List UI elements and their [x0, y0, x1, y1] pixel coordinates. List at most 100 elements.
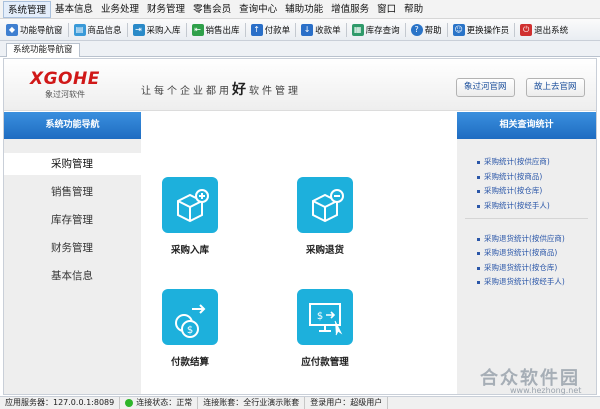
tile-label: 应付款管理 — [301, 357, 349, 368]
goods-icon: ▤ — [73, 23, 86, 36]
menu-help[interactable]: 帮助 — [400, 1, 427, 18]
toolbar-separator — [295, 22, 297, 37]
slogan-highlight: 好 — [232, 82, 249, 98]
tab-system-nav[interactable]: 系统功能导航窗 — [6, 43, 80, 57]
toolbar-help-button[interactable]: ? 帮助 — [408, 21, 445, 39]
stat-link[interactable]: 采购统计(按商品) — [477, 171, 542, 182]
toolbar: ◆ 功能导航窗 ▤ 商品信息 ⇥ 采购入库 ⇤ 销售出库 ↑ 付款单 ↓ 收款单… — [0, 19, 600, 41]
left-nav-title: 系统功能导航 — [4, 112, 141, 139]
tile-payment-settlement[interactable]: $ 付款结算 — [130, 289, 250, 368]
menu-retail-member[interactable]: 零售会员 — [189, 1, 235, 18]
toolbar-switch-user-button[interactable]: ☺ 更换操作员 — [450, 21, 513, 39]
slogan: 让每个企业都用好软件管理 — [141, 79, 301, 99]
box-plus-icon — [162, 177, 218, 233]
nav-item-finance[interactable]: 财务管理 — [4, 237, 141, 259]
status-user: 登录用户：超级用户 — [305, 397, 389, 409]
left-nav: 系统功能导航 采购管理 销售管理 库存管理 财务管理 基本信息 — [4, 112, 141, 394]
payment-icon: ↑ — [250, 23, 263, 36]
stat-link[interactable]: 采购退货统计(按供应商) — [477, 233, 565, 244]
nav-item-basic-info[interactable]: 基本信息 — [4, 265, 141, 287]
toolbar-exit-button[interactable]: ⏻ 退出系统 — [517, 21, 571, 39]
toolbar-label: 库存查询 — [365, 25, 400, 36]
nav-icon: ◆ — [6, 23, 18, 36]
menu-query-center[interactable]: 查询中心 — [235, 1, 281, 18]
toolbar-stock-query-button[interactable]: ▦ 库存查询 — [349, 21, 403, 39]
logo-text: XGOHE — [30, 69, 100, 89]
coins-arrow-icon: $ — [162, 289, 218, 345]
toolbar-goods-button[interactable]: ▤ 商品信息 — [71, 21, 125, 39]
page-header: XGOHE 象过河软件 让每个企业都用好软件管理 象过河官网 故上去官网 — [4, 59, 596, 111]
stat-link[interactable]: 采购退货统计(按经手人) — [477, 276, 565, 287]
stat-link[interactable]: 采购统计(按仓库) — [477, 185, 542, 196]
monitor-dollar-icon: $ — [297, 289, 353, 345]
switch-user-icon: ☺ — [452, 23, 465, 36]
tile-label: 采购退货 — [305, 245, 344, 256]
help-icon: ? — [410, 23, 423, 36]
status-bar: 应用服务器：127.0.0.1:8089 连接状态：正常 连接账套：全行业演示账… — [0, 396, 600, 409]
sales-out-icon: ⇤ — [191, 23, 204, 36]
toolbar-receipt-button[interactable]: ↓ 收款单 — [298, 21, 344, 39]
status-account: 连接账套：全行业演示账套 — [198, 397, 306, 409]
stat-divider — [465, 218, 588, 219]
status-server: 应用服务器：127.0.0.1:8089 — [0, 397, 121, 409]
toolbar-label: 退出系统 — [534, 25, 569, 36]
logo-subtitle: 象过河软件 — [45, 90, 85, 99]
logo: XGOHE 象过河软件 — [30, 69, 100, 100]
toolbar-separator — [345, 22, 347, 37]
menu-basic-info[interactable]: 基本信息 — [51, 1, 97, 18]
menu-system[interactable]: 系统管理 — [3, 0, 52, 18]
tile-label: 付款结算 — [170, 357, 209, 368]
nav-item-inventory[interactable]: 库存管理 — [4, 209, 141, 231]
menu-finance[interactable]: 财务管理 — [143, 1, 189, 18]
slogan-part-a: 让每个企业都用 — [141, 86, 232, 97]
toolbar-purchase-in-button[interactable]: ⇥ 采购入库 — [130, 21, 184, 39]
svg-text:$: $ — [317, 311, 323, 322]
box-minus-icon — [297, 177, 353, 233]
toolbar-separator — [67, 22, 69, 37]
menu-aux[interactable]: 辅助功能 — [281, 1, 327, 18]
toolbar-label: 功能导航窗 — [20, 25, 63, 36]
tile-payables[interactable]: $ 应付款管理 — [265, 289, 385, 368]
nav-item-sales[interactable]: 销售管理 — [4, 181, 141, 203]
watermark-url: www.hezhong.net — [510, 386, 582, 395]
menu-business[interactable]: 业务处理 — [97, 1, 143, 18]
old-site-button[interactable]: 故上去官网 — [526, 78, 585, 97]
related-stats-title: 相关查询统计 — [457, 112, 596, 139]
watermark: 合众软件园 www.hezhong.net — [480, 364, 598, 396]
function-tiles: 采购入库 采购退货 $ 付款结算 $ 应付款管理 — [141, 112, 457, 394]
tile-purchase-return[interactable]: 采购退货 — [265, 177, 385, 256]
exit-icon: ⏻ — [520, 23, 533, 36]
stat-link[interactable]: 采购退货统计(按商品) — [477, 247, 557, 258]
related-stats-panel: 相关查询统计 采购统计(按供应商) 采购统计(按商品) 采购统计(按仓库) 采购… — [457, 112, 596, 394]
toolbar-separator — [185, 22, 187, 37]
toolbar-label: 销售出库 — [205, 25, 240, 36]
toolbar-separator — [404, 22, 406, 37]
nav-item-purchase[interactable]: 采购管理 — [4, 153, 141, 175]
menu-window[interactable]: 窗口 — [373, 1, 400, 18]
tile-purchase-in[interactable]: 采购入库 — [130, 177, 250, 256]
tile-label: 采购入库 — [170, 245, 209, 256]
stat-link[interactable]: 采购统计(按供应商) — [477, 156, 550, 167]
status-connection-text: 连接状态：正常 — [136, 398, 193, 407]
toolbar-label: 采购入库 — [146, 25, 181, 36]
connection-ok-icon — [125, 398, 134, 407]
tab-strip: 系统功能导航窗 — [0, 41, 600, 57]
stat-link[interactable]: 采购退货统计(按仓库) — [477, 262, 557, 273]
toolbar-label: 更换操作员 — [466, 25, 510, 36]
menu-value-added[interactable]: 增值服务 — [327, 1, 373, 18]
toolbar-separator — [446, 22, 448, 37]
toolbar-label: 商品信息 — [87, 25, 122, 36]
official-site-button[interactable]: 象过河官网 — [456, 78, 515, 97]
stat-link[interactable]: 采购统计(按经手人) — [477, 200, 550, 211]
toolbar-nav-window-button[interactable]: ◆ 功能导航窗 — [3, 21, 66, 39]
stock-query-icon: ▦ — [351, 23, 364, 36]
toolbar-separator — [244, 22, 246, 37]
toolbar-sales-out-button[interactable]: ⇤ 销售出库 — [189, 21, 243, 39]
toolbar-label: 付款单 — [264, 25, 291, 36]
nav-window: XGOHE 象过河软件 让每个企业都用好软件管理 象过河官网 故上去官网 系统功… — [3, 58, 597, 395]
toolbar-separator — [514, 22, 516, 37]
menu-bar: 系统管理 基本信息 业务处理 财务管理 零售会员 查询中心 辅助功能 增值服务 … — [0, 0, 600, 19]
receipt-icon: ↓ — [301, 23, 314, 36]
status-connection: 连接状态：正常 — [120, 397, 199, 409]
toolbar-payment-button[interactable]: ↑ 付款单 — [248, 21, 294, 39]
